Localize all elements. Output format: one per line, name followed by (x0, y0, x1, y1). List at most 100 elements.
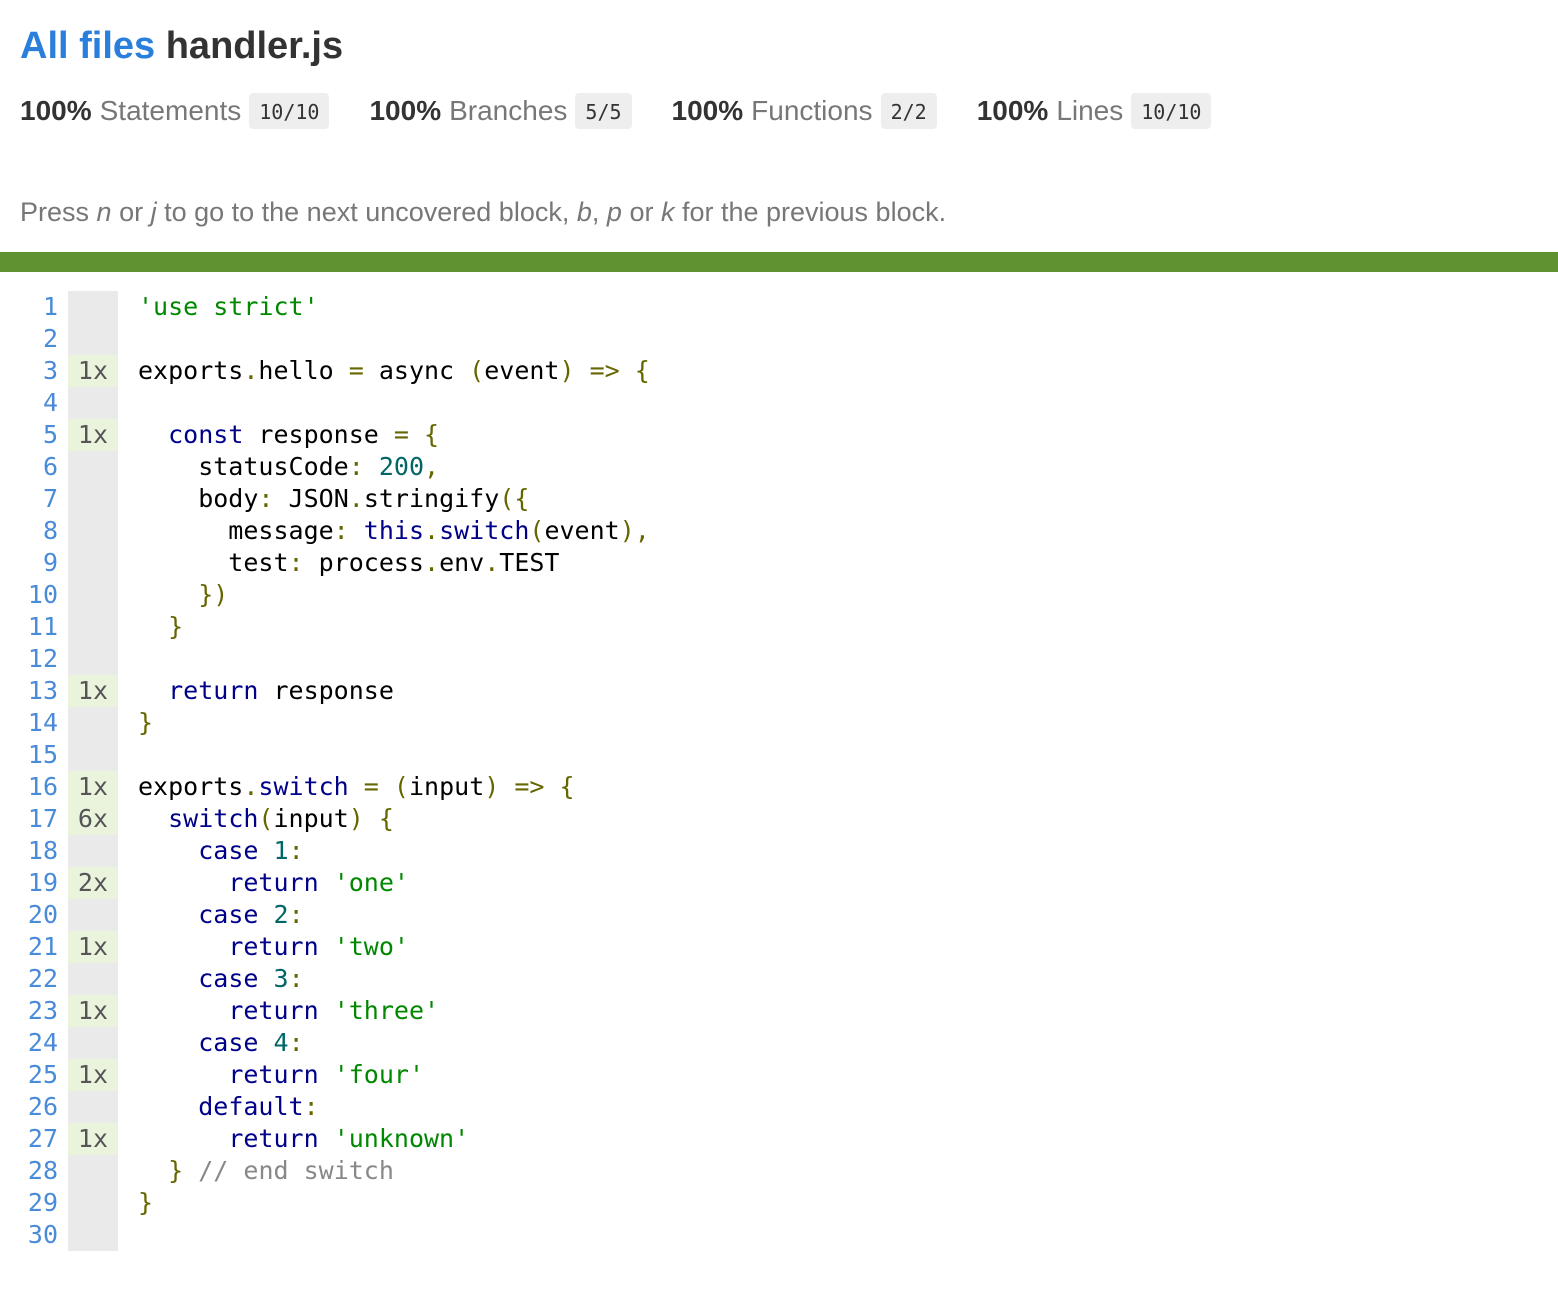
code-row: 14} (0, 707, 1558, 739)
line-number-link[interactable]: 16 (0, 771, 68, 803)
hit-count (68, 1219, 118, 1251)
code-token: . (424, 516, 440, 545)
code-token: // end switch (198, 1156, 394, 1185)
coverage-summary: 100% Statements 10/10 100% Branches 5/5 … (20, 91, 1538, 131)
code-token: exports (138, 356, 244, 385)
code-token: ), (619, 516, 650, 545)
hit-count (68, 387, 118, 419)
line-number-link[interactable]: 1 (0, 291, 68, 323)
hit-count (68, 963, 118, 995)
line-number-link[interactable]: 9 (0, 547, 68, 579)
code-row: 28 } // end switch (0, 1155, 1558, 1187)
code-row: 7 body: JSON.stringify({ (0, 483, 1558, 515)
hit-count: 1x (68, 419, 118, 451)
code-token: } (138, 708, 154, 737)
hit-count (68, 515, 118, 547)
line-number-link[interactable]: 20 (0, 899, 68, 931)
line-number-link[interactable]: 4 (0, 387, 68, 419)
line-number-link[interactable]: 3 (0, 355, 68, 387)
code-token: . (484, 548, 500, 577)
code-token: 'unknown' (333, 1124, 470, 1153)
code-token: process (303, 548, 424, 577)
code-token: response (243, 420, 394, 449)
code-token: 2 (273, 900, 289, 929)
hit-count (68, 611, 118, 643)
code-token: case (198, 964, 259, 993)
code-token: ( (529, 516, 545, 545)
code-token: case (198, 836, 259, 865)
line-number-link[interactable]: 24 (0, 1027, 68, 1059)
line-number-link[interactable]: 23 (0, 995, 68, 1027)
code-token: hello (258, 356, 349, 385)
line-number-link[interactable]: 18 (0, 835, 68, 867)
line-number-link[interactable]: 8 (0, 515, 68, 547)
line-number-link[interactable]: 7 (0, 483, 68, 515)
line-number-link[interactable]: 17 (0, 803, 68, 835)
code-token: => (589, 356, 620, 385)
line-number-link[interactable]: 22 (0, 963, 68, 995)
code-token: } (168, 612, 184, 641)
code-token: return (228, 996, 319, 1025)
line-number-link[interactable]: 27 (0, 1123, 68, 1155)
hint-prev-text: for the previous block. (674, 197, 947, 227)
line-number-link[interactable]: 28 (0, 1155, 68, 1187)
hit-count (68, 1155, 118, 1187)
code-token: : (348, 452, 364, 481)
source-line: case 1: (118, 835, 303, 867)
hint-key-p: p (606, 197, 622, 227)
code-token: . (243, 356, 259, 385)
code-row: 26 default: (0, 1091, 1558, 1123)
code-token: : (333, 516, 349, 545)
line-number-link[interactable]: 30 (0, 1219, 68, 1251)
code-token: event (484, 356, 560, 385)
line-number-link[interactable]: 25 (0, 1059, 68, 1091)
line-number-link[interactable]: 6 (0, 451, 68, 483)
hit-count (68, 739, 118, 771)
line-number-link[interactable]: 15 (0, 739, 68, 771)
all-files-link[interactable]: All files (20, 25, 155, 67)
source-line: 'use strict' (118, 291, 319, 323)
line-number-link[interactable]: 26 (0, 1091, 68, 1123)
code-row: 11 } (0, 611, 1558, 643)
line-number-link[interactable]: 29 (0, 1187, 68, 1219)
lines-fraction: 10/10 (1131, 93, 1212, 129)
code-token: { (559, 772, 575, 801)
source-line: return 'three' (118, 995, 439, 1027)
source-line: } // end switch (118, 1155, 394, 1187)
source-line: case 2: (118, 899, 303, 931)
hint-press: Press (20, 197, 97, 227)
line-number-link[interactable]: 21 (0, 931, 68, 963)
line-number-link[interactable]: 2 (0, 323, 68, 355)
source-line: const response = { (118, 419, 439, 451)
line-number-link[interactable]: 14 (0, 707, 68, 739)
line-number-link[interactable]: 13 (0, 675, 68, 707)
source-line (118, 387, 138, 419)
line-number-link[interactable]: 5 (0, 419, 68, 451)
hint-key-k: k (660, 197, 675, 227)
code-token: : (303, 1092, 319, 1121)
code-row: 4 (0, 387, 1558, 419)
line-number-link[interactable]: 12 (0, 643, 68, 675)
lines-percent: 100% (976, 95, 1049, 126)
code-token: return (228, 1060, 319, 1089)
line-number-link[interactable]: 11 (0, 611, 68, 643)
line-number-link[interactable]: 10 (0, 579, 68, 611)
code-token: event (544, 516, 620, 545)
code-token: input (273, 804, 349, 833)
line-number-link[interactable]: 19 (0, 867, 68, 899)
code-token: input (408, 772, 485, 801)
branches-label: Branches (449, 95, 568, 126)
code-row: 21 1x return 'two' (0, 931, 1558, 963)
